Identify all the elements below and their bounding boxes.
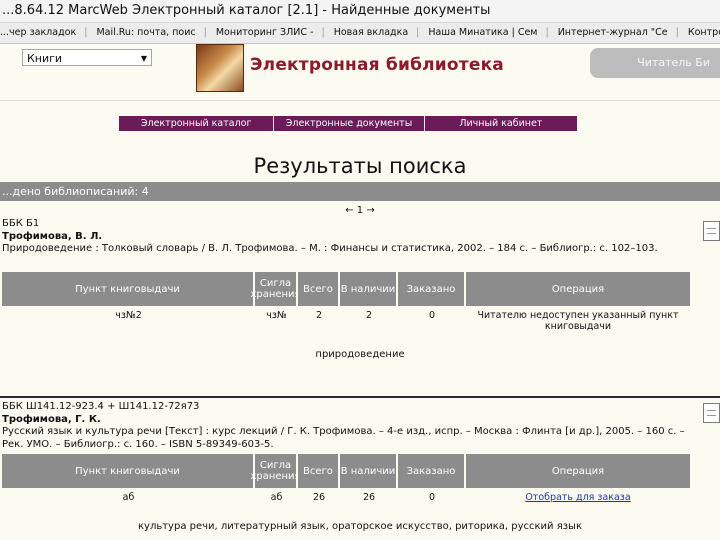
search-type-select[interactable]: Книги ▼	[22, 49, 152, 66]
header-issue-point: Пункт книговыдачи	[2, 454, 255, 488]
cell-total: 26	[312, 492, 326, 503]
document-icon[interactable]	[703, 403, 720, 423]
bookmark-control-post[interactable]: Контрольный пост	[688, 27, 720, 38]
header-ordered: Заказано	[398, 272, 466, 306]
header-storage-sigla: Сигла хранения	[250, 454, 301, 488]
header-storage-sigla: Сигла хранения	[250, 272, 301, 306]
cell-sigla: аб	[270, 492, 283, 503]
header-operation: Операция	[466, 454, 690, 488]
page-title: Результаты поиска	[253, 154, 467, 178]
bookmark-mail[interactable]: Mail.Ru: почта, поис	[96, 27, 195, 38]
record-2-description: ББК Ш141.12-923.4 + Ш141.12-72я73 Трофим…	[2, 401, 694, 451]
cell-available: 2	[365, 310, 373, 321]
header-total: Всего	[298, 272, 340, 306]
cell-sigla: чз№	[266, 310, 287, 321]
record-2-holdings-table: Пункт книговыдачи Сигла хранения Всего В…	[2, 454, 690, 503]
cell-issue-point: чз№2	[115, 310, 142, 321]
cell-available: 26	[362, 492, 376, 503]
record-2-bibliography: Русский язык и культура речи [Текст] : к…	[2, 426, 685, 450]
table-row: чз№2 чз№ 2 2 0 Читателю недоступен указа…	[2, 306, 690, 332]
header-available: В наличии	[340, 454, 398, 488]
chevron-down-icon: ▼	[140, 54, 147, 63]
main-nav: Электронный каталог Электронные документ…	[119, 116, 577, 131]
bookmark-new-tab[interactable]: Новая вкладка	[334, 27, 408, 38]
header-operation: Операция	[466, 272, 690, 306]
nav-electronic-catalog[interactable]: Электронный каталог	[119, 116, 275, 131]
bookmark-journal[interactable]: Интернет-журнал "Се	[558, 27, 668, 38]
cell-total: 2	[315, 310, 323, 321]
record-2-classification: ББК Ш141.12-923.4 + Ш141.12-72я73	[2, 401, 200, 412]
record-1-description: ББК Б1 Трофимова, В. Л. Природоведение :…	[2, 218, 694, 256]
cell-ordered: 0	[428, 310, 436, 321]
nav-electronic-documents[interactable]: Электронные документы	[274, 116, 425, 131]
header-available: В наличии	[340, 272, 398, 306]
table-row: аб аб 26 26 0 Отобрать для заказа	[2, 488, 690, 503]
record-2-keywords: культура речи, литературный язык, оратор…	[137, 521, 582, 532]
record-2-author: Трофимова, Г. К.	[2, 413, 101, 425]
bookmark-minatika[interactable]: Наша Минатика | Сем	[428, 27, 537, 38]
window-title: ...8.64.12 MarcWeb Электронный каталог […	[0, 0, 720, 23]
select-for-order-link[interactable]: Отобрать для заказа	[525, 492, 630, 503]
nav-personal-cabinet[interactable]: Личный кабинет	[425, 116, 577, 131]
record-1-bibliography: Природоведение : Толковый словарь / В. Л…	[2, 243, 658, 254]
library-title: Электронная библиотека	[250, 55, 504, 75]
record-1-classification: ББК Б1	[2, 218, 40, 229]
library-logo-image	[196, 44, 244, 92]
record-1-holdings-table: Пункт книговыдачи Сигла хранения Всего В…	[2, 272, 690, 332]
record-divider	[0, 396, 720, 398]
header-issue-point: Пункт книговыдачи	[2, 272, 255, 306]
header-total: Всего	[298, 454, 340, 488]
record-1-author: Трофимова, В. Л.	[2, 230, 103, 242]
cell-issue-point: аб	[122, 492, 135, 503]
bookmark-monitoring[interactable]: Мониторинг ЗЛИС -	[216, 27, 314, 38]
header-ordered: Заказано	[398, 454, 466, 488]
bookmarks-bar: ...чер закладок | Mail.Ru: почта, поис | М…	[0, 23, 720, 44]
cell-ordered: 0	[428, 492, 436, 503]
found-count-bar: ...дено библиописаний: 4	[0, 182, 720, 201]
bookmark-0[interactable]: ...чер закладок	[0, 27, 76, 38]
reader-button[interactable]: Читатель Би	[590, 48, 720, 78]
document-icon[interactable]	[703, 221, 720, 241]
record-1-keywords: природоведение	[315, 349, 405, 360]
cell-operation-unavailable: Читателю недоступен указанный пункт книг…	[477, 310, 679, 332]
pager[interactable]: ← 1 →	[0, 205, 720, 216]
search-type-value: Книги	[27, 52, 63, 65]
header-divider	[0, 100, 720, 101]
